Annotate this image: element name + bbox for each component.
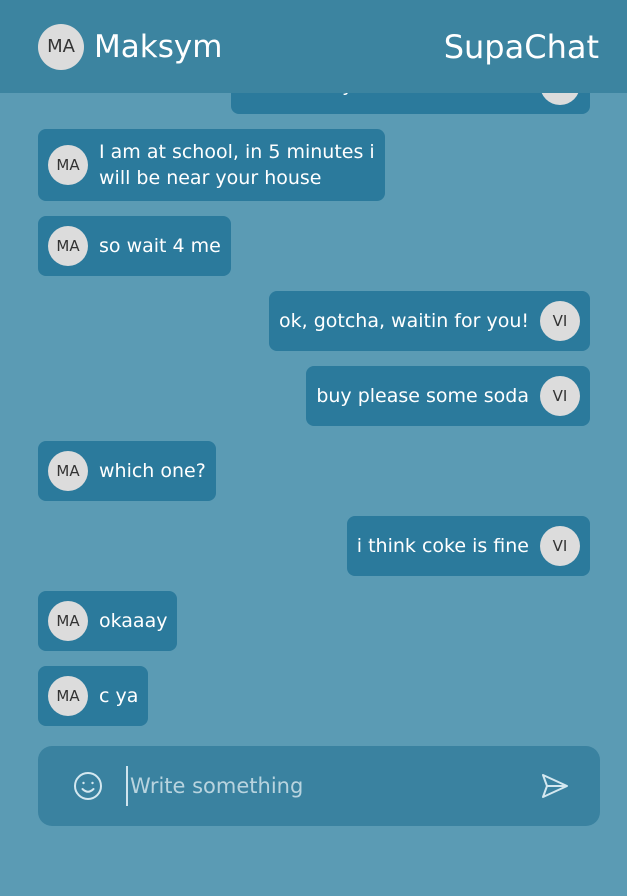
message-bubble: MA I am at school, in 5 minutes i will b… xyxy=(38,129,385,201)
message-input[interactable] xyxy=(126,766,526,806)
message-bubble: ok, gotcha, waitin for you! VI xyxy=(268,291,590,351)
avatar: MA xyxy=(48,451,88,491)
avatar: VI xyxy=(540,301,580,341)
message-bubble: MA so wait 4 me xyxy=(38,216,231,276)
message-text: ok, gotcha, waitin for you! xyxy=(278,310,529,332)
smiley-icon[interactable] xyxy=(72,770,104,802)
message-bubble: i think coke is fine VI xyxy=(346,516,590,576)
message-text: I am at school, in 5 minutes i will be n… xyxy=(99,139,375,191)
message-text: c ya xyxy=(99,685,139,707)
message-text-line: I am at school, in 5 minutes i xyxy=(99,141,375,163)
message-bubble: MA c ya xyxy=(38,666,149,726)
app-title: SupaChat xyxy=(443,27,599,66)
avatar: MA xyxy=(48,601,88,641)
message-text-line: will be near your house xyxy=(99,167,322,189)
message-text: i think coke is fine xyxy=(356,535,529,557)
avatar: MA xyxy=(38,23,84,70)
message-text: so wait 4 me xyxy=(99,235,221,257)
avatar: VI xyxy=(540,376,580,416)
message-list[interactable]: where are you? VI MA I am at school, in … xyxy=(0,0,627,740)
avatar: MA xyxy=(48,226,88,266)
chat-app: where are you? VI MA I am at school, in … xyxy=(0,0,627,896)
chat-header: MA Maksym SupaChat xyxy=(0,0,627,93)
message-text: okaaay xyxy=(99,610,168,632)
avatar: VI xyxy=(540,526,580,566)
message-text: which one? xyxy=(99,460,206,482)
avatar: MA xyxy=(48,145,88,185)
message-bubble: MA okaaay xyxy=(38,591,178,651)
message-composer xyxy=(38,746,600,826)
message-bubble: buy please some soda VI xyxy=(306,366,590,426)
user-name: Maksym xyxy=(94,28,223,65)
header-user[interactable]: MA Maksym xyxy=(38,23,223,70)
avatar: MA xyxy=(48,676,88,716)
message-bubble: MA which one? xyxy=(38,441,216,501)
send-icon[interactable] xyxy=(540,771,570,801)
message-text: buy please some soda xyxy=(316,385,529,407)
